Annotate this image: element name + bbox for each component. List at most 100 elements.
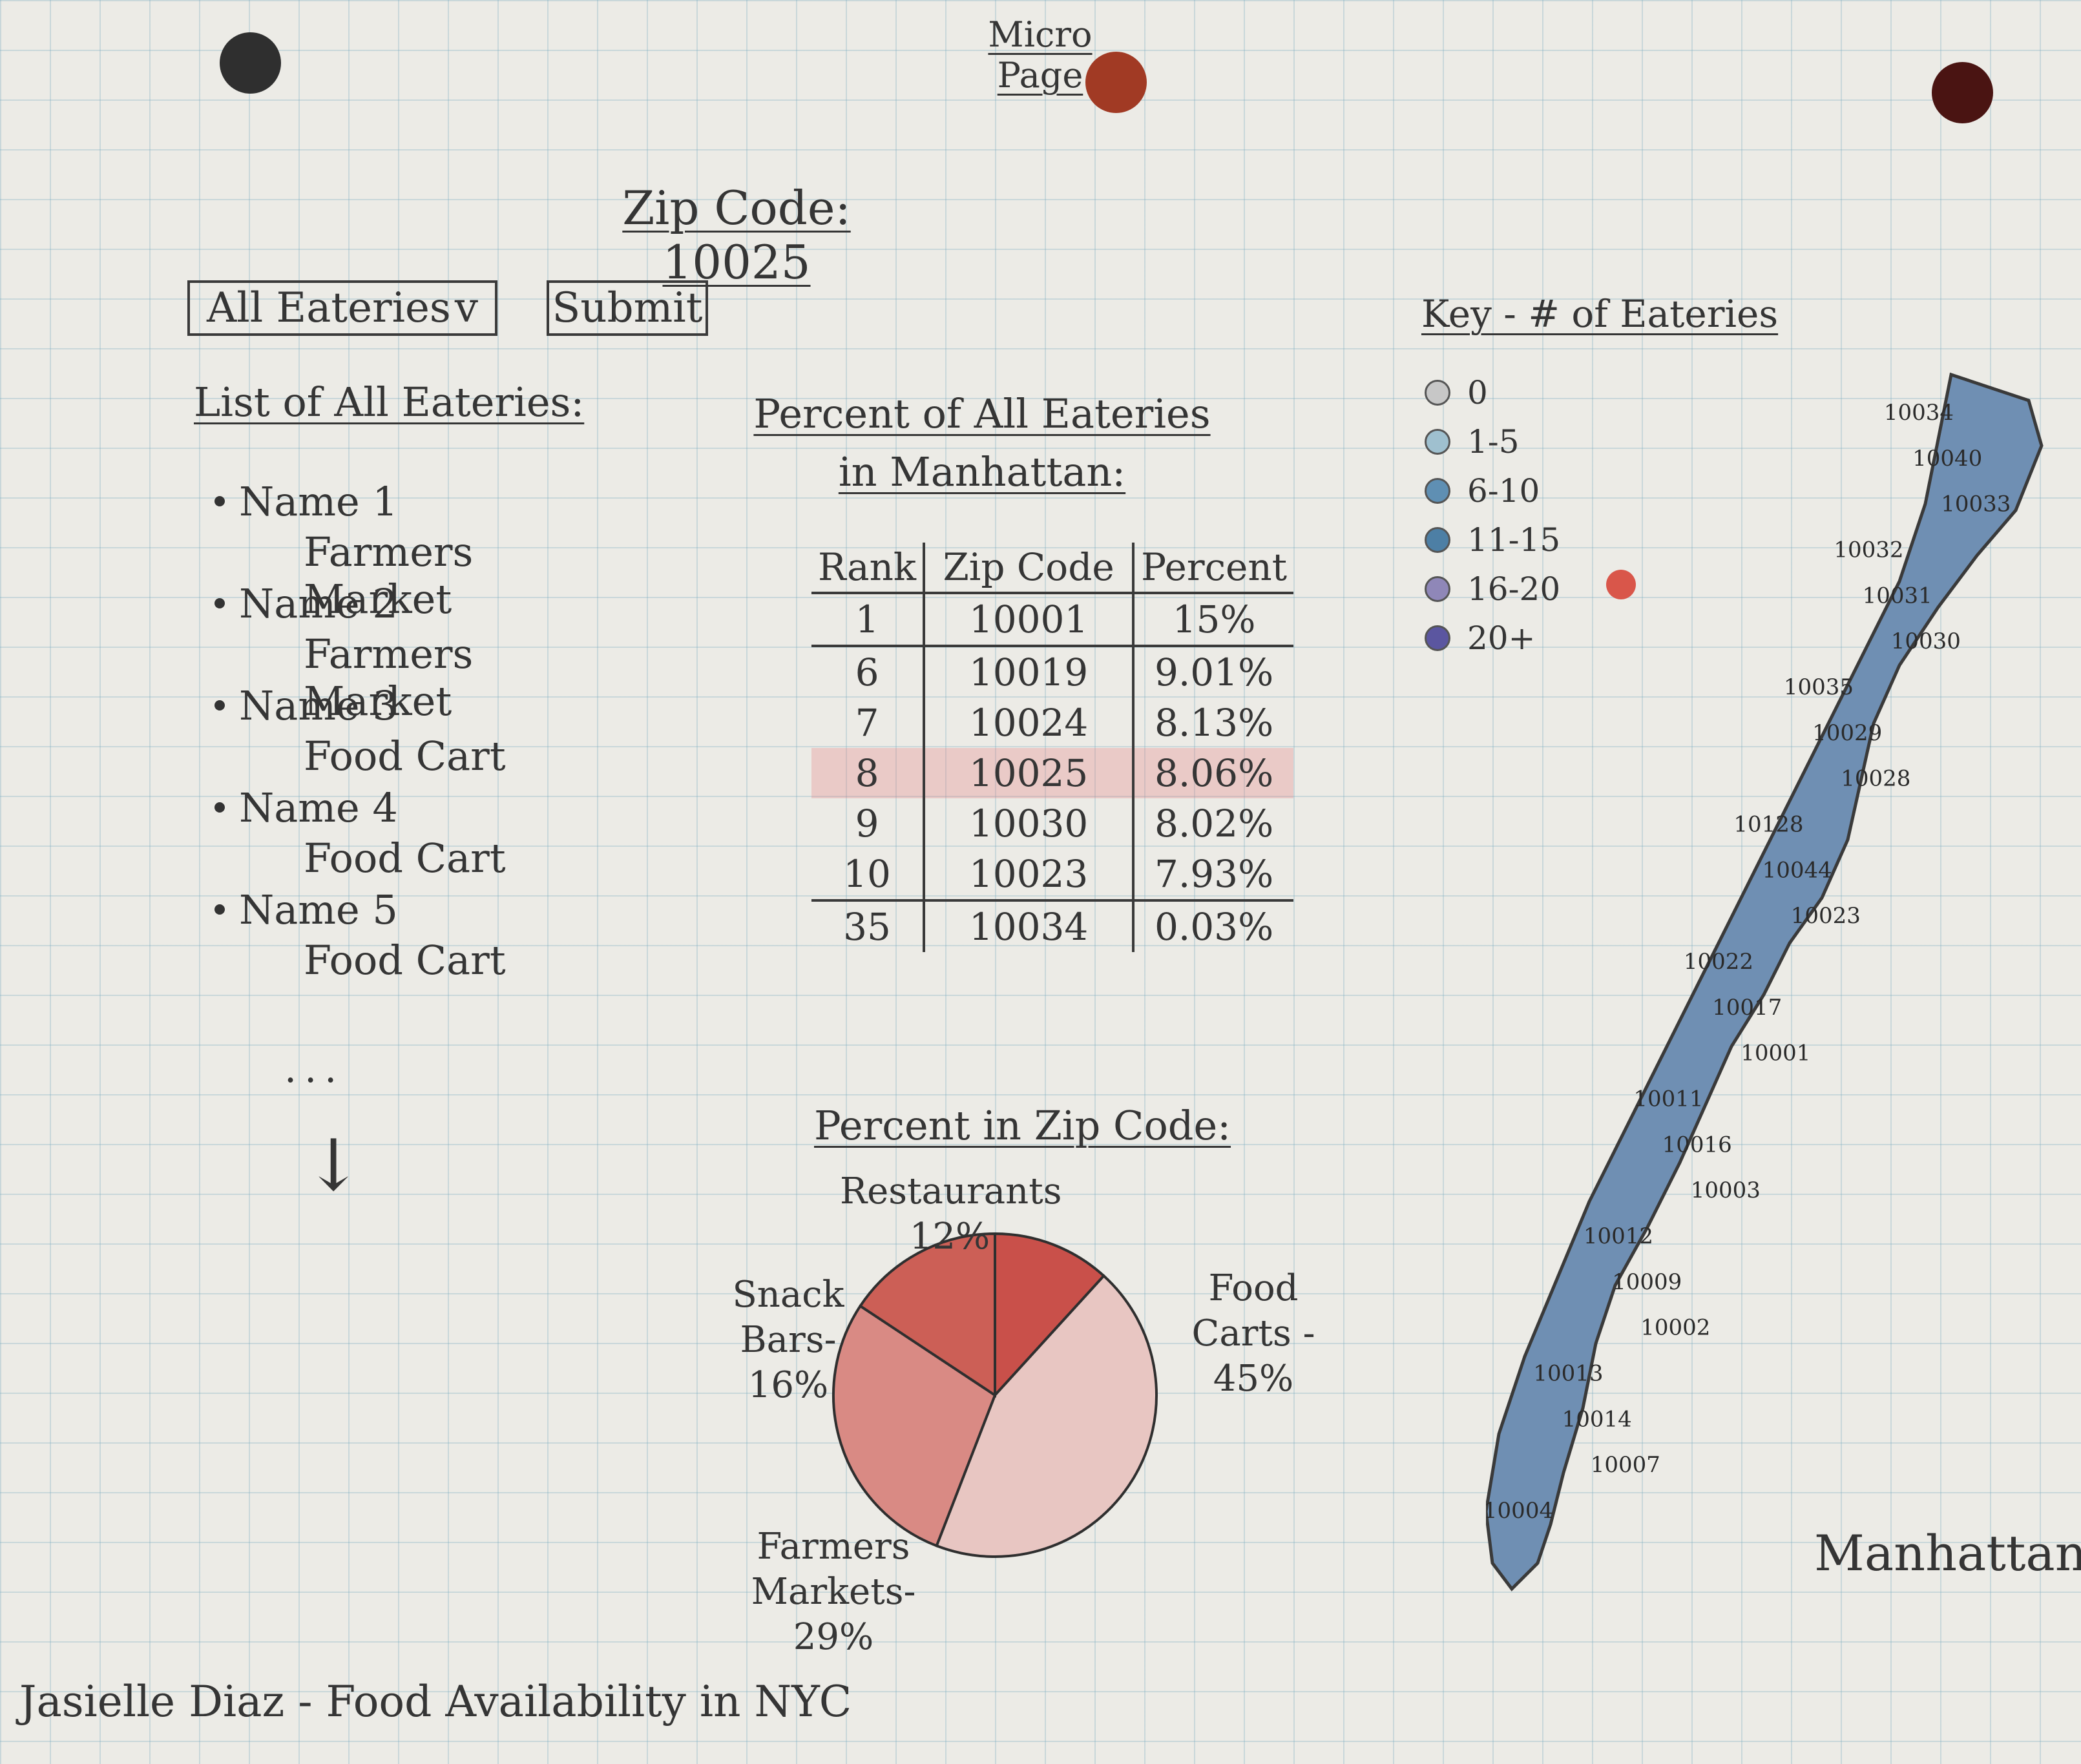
key-swatch-icon xyxy=(1425,527,1450,553)
map-zip-label: 10001 xyxy=(1741,1041,1810,1066)
list-item[interactable]: Name 5 Food Cart xyxy=(194,886,594,988)
bullet-icon xyxy=(214,496,225,506)
map-zip-label: 10016 xyxy=(1662,1132,1732,1157)
eatery-name: Name 4 xyxy=(239,784,398,831)
rank-table-heading-line1: Percent of All Eateries xyxy=(753,390,1211,437)
column-header-percent: Percent xyxy=(1133,543,1294,594)
eatery-list-heading: List of All Eateries: xyxy=(194,379,585,426)
cell-zip: 10001 xyxy=(924,593,1135,646)
map-zip-label: 10032 xyxy=(1834,537,1903,563)
table-row: 7 10024 8.13% xyxy=(811,698,1293,748)
map-zip-label: 10028 xyxy=(1841,766,1910,792)
map-zip-label: 10034 xyxy=(1884,400,1954,426)
map-zip-label: 10002 xyxy=(1640,1315,1710,1341)
map-key-heading: Key - # of Eateries xyxy=(1421,292,1779,336)
key-swatch-icon xyxy=(1425,625,1450,651)
table-row: 9 10030 8.02% xyxy=(811,798,1293,849)
eatery-name: Name 1 xyxy=(239,478,398,525)
map-zip-label: 10022 xyxy=(1684,949,1753,975)
map-zip-label: 10030 xyxy=(1891,628,1961,654)
cell-zip: 10019 xyxy=(924,645,1135,698)
cell-zip: 10025 xyxy=(924,748,1135,798)
map-zip-label: 10004 xyxy=(1486,1498,1553,1524)
column-header-rank: Rank xyxy=(811,543,926,594)
more-items-ellipsis: ... xyxy=(284,1046,345,1092)
eatery-name: Name 3 xyxy=(239,682,398,729)
cell-rank: 6 xyxy=(811,645,926,698)
map-zip-label: 10017 xyxy=(1712,995,1782,1021)
rank-table-heading: Percent of All Eateries in Manhattan: xyxy=(749,385,1215,501)
map-zip-label: 10040 xyxy=(1912,446,1982,472)
key-swatch-icon xyxy=(1425,429,1450,455)
cell-zip: 10024 xyxy=(924,698,1135,748)
punch-hole-right xyxy=(1932,62,1993,123)
key-swatch-icon xyxy=(1425,380,1450,406)
cell-rank: 10 xyxy=(811,849,926,900)
table-row-highlighted: 8 10025 8.06% xyxy=(811,748,1294,798)
map-zip-label: 10011 xyxy=(1633,1086,1703,1112)
page-title: Micro Page xyxy=(988,14,1093,96)
eatery-type: Food Cart xyxy=(304,732,506,780)
scroll-down-arrow-icon[interactable]: ↓ xyxy=(304,1124,363,1207)
cell-rank: 9 xyxy=(811,798,926,849)
list-item[interactable]: Name 1 Farmers Market xyxy=(194,478,594,623)
table-row: 6 10019 9.01% xyxy=(811,645,1294,698)
key-label: 0 xyxy=(1467,374,1488,411)
cell-rank: 8 xyxy=(811,748,926,798)
cell-percent: 8.13% xyxy=(1154,701,1274,745)
cell-percent: 8.06% xyxy=(1133,748,1294,798)
map-zip-label: 10014 xyxy=(1562,1406,1632,1432)
submit-button[interactable]: Submit xyxy=(547,280,708,336)
cell-zip: 10023 xyxy=(924,849,1135,900)
pie-label-snack-bars: Snack Bars-16% xyxy=(732,1274,844,1406)
list-item[interactable]: Name 4 Food Cart xyxy=(194,784,594,886)
list-item[interactable]: Name 3 Food Cart xyxy=(194,682,594,784)
manhattan-map[interactable]: 10034 10040 10033 10032 10031 10030 10035 10029… xyxy=(1486,362,2067,1615)
cell-percent: 8.02% xyxy=(1154,802,1274,846)
chevron-down-icon: v xyxy=(454,284,478,332)
table-row: 35 10034 0.03% xyxy=(811,899,1294,952)
cell-zip: 10030 xyxy=(924,798,1135,849)
cell-percent: 7.93% xyxy=(1154,852,1274,896)
map-zip-label: 10007 xyxy=(1591,1452,1660,1478)
map-zip-label: 10023 xyxy=(1791,903,1861,929)
map-zip-label: 10012 xyxy=(1584,1223,1653,1249)
cell-zip: 10034 xyxy=(924,899,1135,952)
eatery-type: Food Cart xyxy=(304,835,506,882)
eatery-name: Name 5 xyxy=(239,886,398,933)
column-header-zip: Zip Code xyxy=(924,543,1135,594)
cell-percent: 9.01% xyxy=(1133,645,1294,698)
table-header-row: Rank Zip Code Percent xyxy=(811,543,1294,594)
map-zip-label: 10009 xyxy=(1612,1269,1682,1295)
map-zip-label: 10128 xyxy=(1733,812,1803,838)
eatery-name: Name 2 xyxy=(239,580,398,627)
table-row: 10 10023 7.93% xyxy=(811,849,1293,900)
map-zip-label: 10033 xyxy=(1941,492,2011,517)
map-zip-label: 10003 xyxy=(1691,1178,1761,1203)
eatery-list: Name 1 Farmers Market Name 2 Farmers Marke… xyxy=(194,478,594,988)
map-zip-label: 10013 xyxy=(1533,1361,1603,1387)
select-value: All Eateries xyxy=(207,284,451,332)
zip-code-heading: Zip Code: 10025 xyxy=(622,181,851,289)
key-swatch-icon xyxy=(1425,576,1450,602)
bullet-icon xyxy=(214,802,225,813)
map-zip-label: 10031 xyxy=(1863,583,1932,608)
eatery-type-select[interactable]: All Eateries v xyxy=(187,280,497,336)
pie-label-restaurants: Restaurants 12% xyxy=(840,1170,1062,1258)
map-label: Manhattan xyxy=(1814,1524,2081,1582)
punch-hole-left xyxy=(220,32,281,94)
table-row: 1 10001 15% xyxy=(811,593,1293,646)
cell-rank: 35 xyxy=(811,899,926,952)
pie-label-farmers-markets: Farmers Markets-29% xyxy=(751,1526,916,1658)
pie-label-food-carts: Food Carts - 45% xyxy=(1191,1267,1315,1400)
map-zip-label: 10029 xyxy=(1812,720,1882,746)
cell-rank: 7 xyxy=(811,698,926,748)
rank-table-heading-line2: in Manhattan: xyxy=(838,448,1126,495)
footer-credit: Jasielle Diaz - Food Availability in NYC xyxy=(19,1677,852,1727)
cell-percent: 0.03% xyxy=(1133,899,1294,952)
map-zip-label: 10035 xyxy=(1784,674,1854,700)
cell-percent: 15% xyxy=(1172,597,1256,641)
list-item[interactable]: Name 2 Farmers Market xyxy=(194,580,594,725)
key-swatch-icon xyxy=(1425,478,1450,504)
pie-chart-title: Percent in Zip Code: xyxy=(814,1102,1231,1149)
